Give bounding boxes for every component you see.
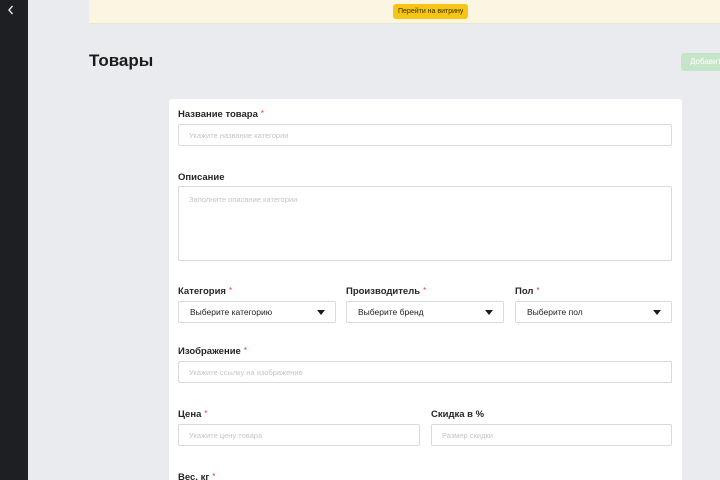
image-label: Изображение *: [178, 346, 247, 357]
product-form-card: Название товара* Описание Категория* Выб…: [169, 99, 682, 480]
discount-input[interactable]: [431, 424, 672, 446]
required-mark: *: [212, 472, 216, 480]
product-name-input[interactable]: [178, 124, 672, 146]
gender-select[interactable]: Выберите пол: [515, 301, 672, 323]
name-label: Название товара *: [178, 109, 265, 120]
category-label: Категория *: [178, 286, 233, 297]
required-mark: *: [423, 286, 427, 295]
description-label: Описание: [178, 172, 225, 183]
caret-down-icon: [485, 309, 493, 315]
gender-select-value: Выберите пол: [527, 307, 583, 317]
required-mark: *: [536, 286, 540, 295]
brand-select[interactable]: Выберите бренд: [346, 301, 504, 323]
page-title: Товары: [89, 51, 154, 70]
required-mark: *: [228, 286, 233, 295]
weight-label: Вес, кг *: [178, 472, 216, 480]
caret-down-icon: [317, 309, 325, 315]
required-mark: *: [204, 409, 208, 418]
gender-label: Пол *: [515, 286, 540, 297]
add-product-button[interactable]: Добавить: [681, 53, 720, 71]
description-textarea[interactable]: [178, 186, 672, 261]
caret-down-icon: [653, 309, 661, 315]
category-select-value: Выберите категорию: [190, 307, 273, 317]
brand-select-value: Выберите бренд: [358, 307, 424, 317]
required-mark: *: [260, 109, 265, 118]
back-chevron-icon[interactable]: [4, 3, 18, 17]
category-select[interactable]: Выберите категорию: [178, 301, 336, 323]
image-url-input[interactable]: [178, 361, 672, 383]
price-label: Цена *: [178, 409, 208, 420]
discount-label: Скидка в %: [431, 409, 485, 420]
top-banner: Перейти на витрину: [89, 0, 720, 24]
brand-label: Производитель *: [346, 286, 427, 297]
go-to-store-button[interactable]: Перейти на витрину: [393, 4, 469, 19]
required-mark: *: [243, 346, 247, 355]
price-input[interactable]: [178, 424, 420, 446]
sidebar: [0, 0, 28, 480]
